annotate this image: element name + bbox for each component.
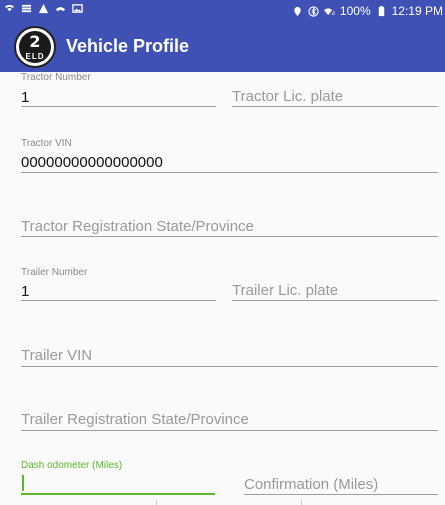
- tractor-number-label: Tractor Number: [21, 72, 91, 83]
- trailer-number-value: 1: [21, 283, 30, 300]
- clock: 12:19 PM: [391, 4, 443, 18]
- tractor-vin-value: 00000000000000000: [21, 154, 163, 171]
- app-logo: 2 ELD: [14, 26, 56, 68]
- trailer-vin-underline: [21, 366, 438, 367]
- signal-icon: [323, 7, 335, 15]
- dash-odometer-underline: [21, 493, 215, 495]
- tractor-registration-underline: [21, 236, 438, 237]
- logo-badge: 2 ELD: [19, 31, 51, 63]
- dash-odometer-field[interactable]: Dash odometer (Miles): [21, 460, 215, 496]
- page-title: Vehicle Profile: [66, 36, 190, 56]
- app-bar: 2 ELD Vehicle Profile: [0, 22, 445, 72]
- wifi-icon: [4, 4, 15, 12]
- image-icon: [72, 4, 83, 13]
- trailer-plate-field[interactable]: Trailer Lic. plate: [232, 267, 438, 303]
- trailer-plate-underline: [232, 300, 438, 301]
- tractor-plate-underline: [232, 106, 438, 107]
- trailer-number-field[interactable]: Trailer Number 1: [21, 267, 216, 303]
- notification-icon: [21, 4, 32, 13]
- status-bar-left-icons: [4, 3, 83, 14]
- trailer-number-underline: [21, 300, 216, 301]
- dash-odometer-label: Dash odometer (Miles): [21, 460, 123, 471]
- trailer-registration-placeholder: Trailer Registration State/Province: [21, 411, 249, 428]
- trailer-registration-field[interactable]: Trailer Registration State/Province: [21, 409, 438, 431]
- tractor-number-underline: [21, 106, 216, 107]
- tractor-registration-placeholder: Tractor Registration State/Province: [21, 218, 254, 235]
- battery-percent: 100%: [339, 4, 371, 18]
- tractor-vin-underline: [21, 172, 438, 173]
- logo-text: ELD: [25, 52, 45, 61]
- tractor-vin-field[interactable]: Tractor VIN 00000000000000000: [21, 138, 438, 174]
- tractor-plate-placeholder: Tractor Lic. plate: [232, 88, 344, 105]
- trailer-vin-field[interactable]: Trailer VIN: [21, 345, 438, 367]
- tractor-vin-label: Tractor VIN: [21, 138, 72, 149]
- divider-tick: [156, 499, 157, 505]
- location-icon: [294, 6, 301, 16]
- divider-tick: [301, 499, 302, 505]
- trailer-vin-placeholder: Trailer VIN: [21, 347, 93, 364]
- tractor-number-field[interactable]: Tractor Number 1: [21, 72, 216, 108]
- tractor-plate-field[interactable]: Tractor Lic. plate: [232, 72, 438, 108]
- trailer-plate-placeholder: Trailer Lic. plate: [232, 282, 339, 299]
- confirmation-field[interactable]: Confirmation (Miles): [244, 460, 438, 496]
- trailer-number-label: Trailer Number: [21, 267, 88, 278]
- tractor-registration-field[interactable]: Tractor Registration State/Province: [21, 216, 438, 238]
- tractor-number-value: 1: [21, 89, 30, 106]
- confirmation-underline: [244, 494, 438, 495]
- status-bar-right-icons: 100% 12:19 PM: [292, 4, 443, 18]
- bluetooth-icon: [308, 5, 319, 17]
- cast-icon: [55, 7, 66, 12]
- status-bar: 100% 12:19 PM: [0, 0, 445, 22]
- confirmation-placeholder: Confirmation (Miles): [244, 476, 379, 493]
- trailer-registration-underline: [21, 430, 438, 431]
- text-cursor: [22, 475, 24, 491]
- warning-icon: [38, 3, 49, 14]
- logo-number: 2: [29, 32, 41, 51]
- battery-icon: [378, 5, 384, 16]
- vehicle-profile-form: Tractor Number 1 Tractor Lic. plate Trac…: [0, 72, 445, 505]
